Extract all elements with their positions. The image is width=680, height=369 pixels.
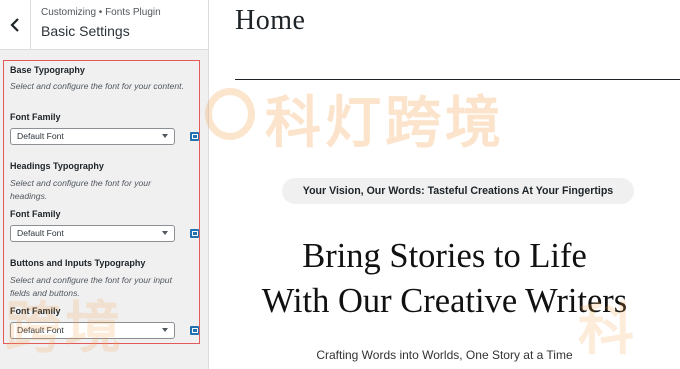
- hero-headline-line-1: Bring Stories to Life: [302, 237, 587, 275]
- base-font-family-select[interactable]: Default Font: [10, 128, 175, 145]
- chevron-down-icon: [162, 134, 168, 138]
- headings-typography-heading: Headings Typography: [10, 161, 104, 171]
- responsive-device-icon[interactable]: [190, 326, 199, 335]
- base-typography-heading: Base Typography: [10, 65, 85, 75]
- responsive-device-icon[interactable]: [190, 132, 199, 141]
- typography-settings-panel: Base Typography Select and configure the…: [3, 60, 200, 344]
- responsive-device-icon[interactable]: [190, 229, 199, 238]
- headings-font-family-select[interactable]: Default Font: [10, 225, 175, 242]
- chevron-down-icon: [162, 231, 168, 235]
- headings-font-family-label: Font Family: [10, 209, 61, 219]
- headings-font-family-value: Default Font: [17, 228, 64, 238]
- sidebar-header: Customizing • Fonts Plugin Basic Setting…: [0, 0, 208, 50]
- site-preview: Home Your Vision, Our Words: Tasteful Cr…: [209, 0, 680, 369]
- buttons-inputs-typography-heading: Buttons and Inputs Typography: [10, 258, 146, 268]
- buttons-inputs-typography-description: Select and configure the font for your i…: [10, 275, 172, 298]
- base-font-family-label: Font Family: [10, 112, 61, 122]
- base-font-family-value: Default Font: [17, 131, 64, 141]
- customizer-sidebar: Customizing • Fonts Plugin Basic Setting…: [0, 0, 209, 369]
- buttons-inputs-font-family-value: Default Font: [17, 325, 64, 335]
- page-title: Home: [235, 5, 306, 36]
- section-title: Basic Settings: [41, 23, 130, 39]
- chevron-down-icon: [162, 328, 168, 332]
- headings-typography-description: Select and configure the font for your h…: [10, 178, 151, 201]
- buttons-inputs-font-family-select[interactable]: Default Font: [10, 322, 175, 339]
- base-typography-description: Select and configure the font for your c…: [10, 81, 184, 91]
- breadcrumb: Customizing • Fonts Plugin: [41, 7, 161, 18]
- back-button[interactable]: [0, 0, 31, 49]
- title-divider: [235, 79, 680, 80]
- hero-headline-line-2: With Our Creative Writers: [261, 282, 628, 320]
- hero-subtitle: Crafting Words into Worlds, One Story at…: [316, 348, 573, 362]
- tagline-pill: Your Vision, Our Words: Tasteful Creatio…: [282, 178, 634, 204]
- buttons-inputs-font-family-label: Font Family: [10, 306, 61, 316]
- chevron-left-icon: [9, 17, 19, 32]
